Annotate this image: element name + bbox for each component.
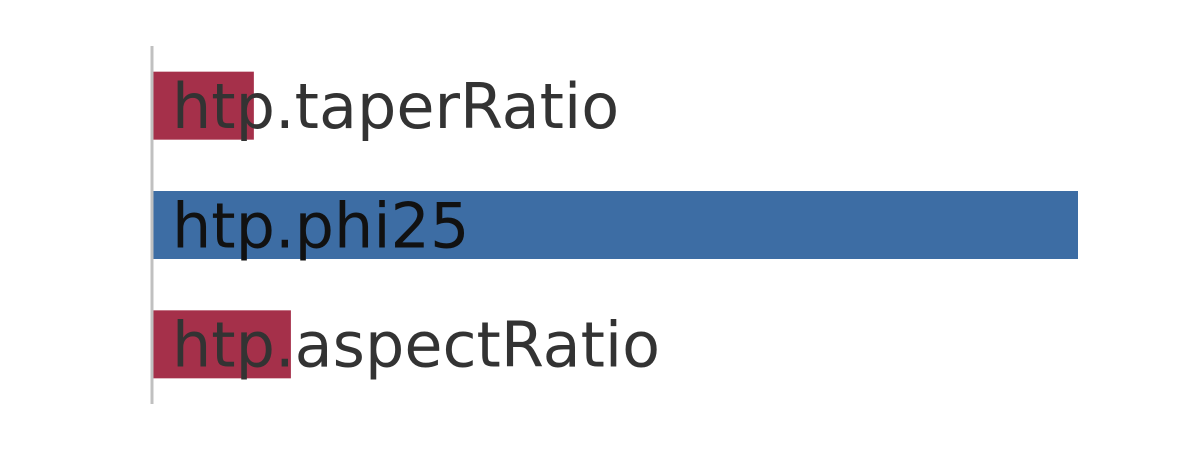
bar-label-htp-phi25: htp.phi25	[172, 189, 469, 262]
bar-label-htp-taperratio: htp.taperRatio	[172, 70, 619, 143]
bar-label-htp-aspectratio: htp.aspectRatio	[172, 309, 660, 382]
chart-container: htp.taperRatio htp.phi25 htp.aspectRatio	[0, 0, 1200, 450]
bar-chart: htp.taperRatio htp.phi25 htp.aspectRatio	[150, 46, 1078, 404]
